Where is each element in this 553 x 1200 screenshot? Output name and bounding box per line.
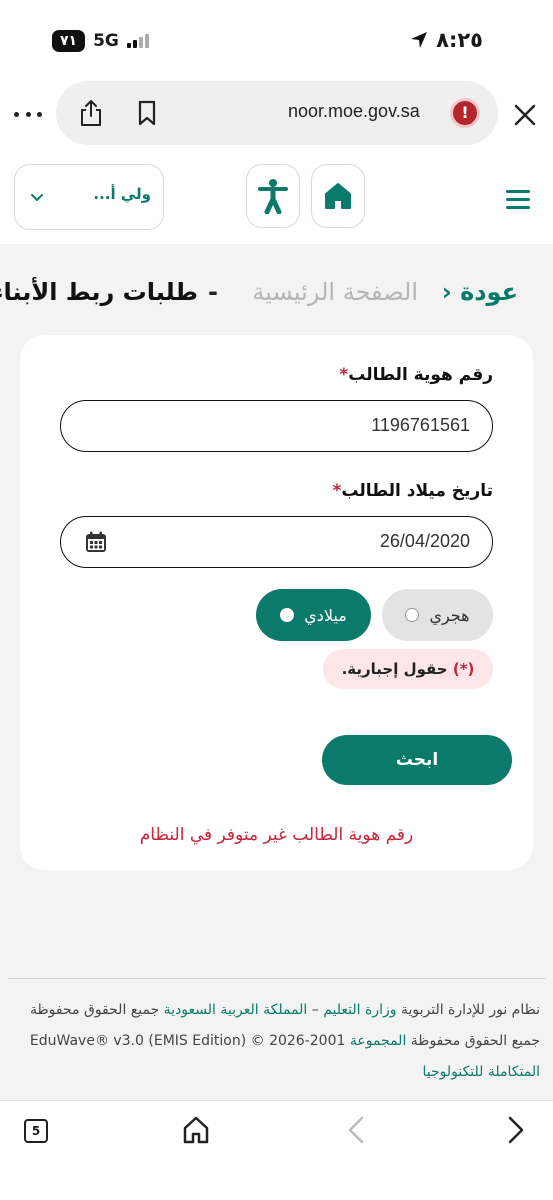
menu-icon[interactable]	[506, 190, 530, 210]
forward-arrow-icon[interactable]	[506, 1115, 526, 1145]
radio-icon	[405, 608, 420, 622]
calendar-icon[interactable]	[85, 531, 107, 553]
radio-selected-icon	[280, 608, 295, 622]
alert-icon[interactable]	[450, 98, 480, 128]
dob-value: 26/04/2020	[379, 531, 470, 551]
footer-text: نظام نور للإدارة التربوية	[396, 1002, 540, 1018]
dob-field[interactable]: 26/04/2020	[60, 516, 493, 568]
home-icon[interactable]	[182, 1115, 210, 1145]
required-note-text: حقول إجبارية.	[341, 660, 448, 678]
close-icon[interactable]	[512, 102, 538, 128]
breadcrumb-home[interactable]: الصفحة الرئيسية	[252, 278, 418, 306]
gregorian-option[interactable]: ميلادي	[256, 589, 371, 641]
back-link[interactable]: عودة ‹	[442, 278, 518, 306]
required-fields-note: (*) حقول إجبارية.	[323, 649, 493, 689]
role-dropdown[interactable]: ولي أ...	[14, 164, 164, 230]
accessibility-button[interactable]	[246, 164, 300, 228]
hijri-option[interactable]: هجري	[382, 589, 493, 641]
required-note-star: (*)	[452, 660, 475, 678]
footer-line-3: المتكاملة للتكنولوجيا	[10, 1057, 540, 1088]
status-time: ٨:٢٥	[436, 28, 483, 52]
student-id-value: 1196761561	[371, 415, 470, 435]
tabs-icon[interactable]: 5	[24, 1119, 48, 1143]
home-button[interactable]	[311, 164, 365, 228]
footer-text: جميع الحقوق محفوظة	[406, 1033, 540, 1049]
footer-text: –	[307, 1002, 324, 1018]
status-bar: ٧١ 5G ٨:٢٥	[0, 0, 553, 80]
home-icon	[325, 183, 351, 209]
more-icon[interactable]	[14, 102, 42, 126]
footer-text: 2001-2026 © EduWave® v3.0 (EMIS Edition)	[29, 1033, 350, 1049]
page-title: طلبات ربط الأبناء	[0, 278, 198, 306]
student-id-label-text: رقم هوية الطالب	[348, 365, 493, 385]
url-text[interactable]: noor.moe.gov.sa	[288, 101, 420, 122]
back-arrow-icon[interactable]	[346, 1115, 366, 1145]
required-star: *	[332, 481, 342, 501]
student-search-card: رقم هوية الطالب* 1196761561 تاريخ ميلاد …	[20, 335, 533, 870]
status-left: ٧١ 5G	[52, 30, 149, 52]
location-arrow-icon	[411, 32, 428, 48]
accessibility-icon	[258, 179, 288, 214]
dob-label: تاريخ ميلاد الطالب*	[326, 481, 493, 501]
footer-divider	[8, 978, 545, 979]
footer-line-2: جميع الحقوق محفوظة المجموعة 2001-2026 © …	[10, 1026, 540, 1057]
app-header: ولي أ...	[0, 152, 553, 244]
error-message: رقم هوية الطالب غير متوفر في النظام	[139, 825, 414, 845]
signal-icon	[126, 34, 149, 48]
gregorian-label: ميلادي	[304, 605, 347, 625]
browser-bar: noor.moe.gov.sa	[0, 80, 553, 152]
student-id-label: رقم هوية الطالب*	[333, 365, 493, 385]
ministry-link[interactable]: وزارة التعليم	[323, 1002, 396, 1018]
back-label: عودة	[460, 278, 518, 306]
group-link-cont[interactable]: المتكاملة للتكنولوجيا	[422, 1064, 540, 1080]
browser-toolbar: 5	[0, 1100, 553, 1200]
kingdom-link[interactable]: المملكة العربية السعودية	[164, 1002, 308, 1018]
hijri-label: هجري	[429, 605, 470, 625]
group-link[interactable]: المجموعة	[350, 1033, 406, 1049]
status-right: ٨:٢٥	[410, 28, 483, 52]
footer-line-1: نظام نور للإدارة التربوية وزارة التعليم …	[10, 995, 540, 1026]
network-type: 5G	[93, 31, 119, 51]
battery-indicator: ٧١	[52, 30, 86, 52]
breadcrumb: عودة ‹ الصفحة الرئيسية - طلبات ربط الأبن…	[0, 278, 518, 318]
role-label: ولي أ...	[93, 185, 151, 203]
student-id-field[interactable]: 1196761561	[60, 400, 493, 452]
bookmark-icon[interactable]	[136, 100, 158, 126]
share-icon[interactable]	[78, 99, 104, 127]
search-button[interactable]: ابحث	[322, 735, 512, 785]
required-star: *	[339, 365, 349, 385]
address-bar[interactable]: noor.moe.gov.sa	[56, 81, 498, 145]
dob-label-text: تاريخ ميلاد الطالب	[341, 481, 493, 501]
chevron-down-icon	[31, 194, 43, 202]
breadcrumb-separator: -	[208, 278, 218, 306]
footer: نظام نور للإدارة التربوية وزارة التعليم …	[10, 995, 540, 1088]
footer-text: جميع الحقوق محفوظة	[30, 1002, 164, 1018]
